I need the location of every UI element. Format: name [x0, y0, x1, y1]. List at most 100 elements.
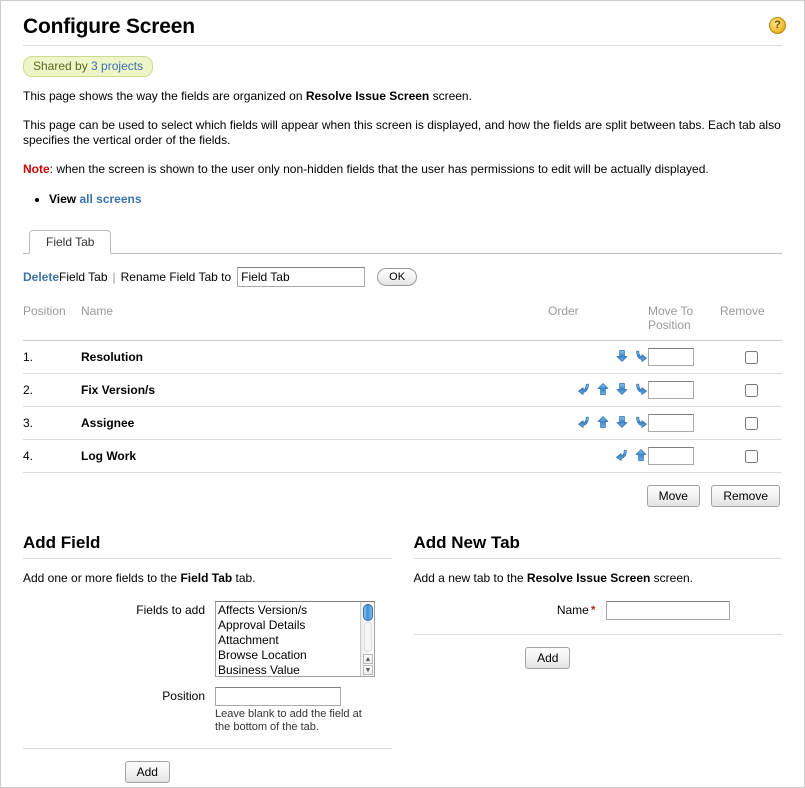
row-order-cell: [548, 340, 648, 374]
add-field-desc-part3: tab.: [232, 571, 256, 585]
move-down-icon[interactable]: [615, 382, 629, 396]
rename-tab-input[interactable]: [237, 267, 366, 287]
remove-button[interactable]: Remove: [711, 485, 780, 507]
delete-tab-link[interactable]: Delete: [23, 270, 59, 284]
row-field-name: Resolution: [81, 340, 548, 374]
rename-ok-button[interactable]: OK: [377, 268, 418, 286]
move-to-bottom-icon[interactable]: [634, 349, 648, 363]
add-field-button-row: Add: [23, 749, 392, 783]
fields-table: Position Name Order Move To Position Rem…: [23, 304, 782, 473]
field-option[interactable]: Business Value: [218, 663, 374, 676]
list-item: View all screens: [49, 191, 782, 207]
row-field-name: Fix Version/s: [81, 373, 548, 407]
field-option[interactable]: Approval Details: [218, 618, 374, 633]
shared-by-badge: Shared by 3 projects: [23, 56, 154, 77]
view-prefix: View: [49, 192, 80, 206]
row-order-cell: [548, 373, 648, 407]
move-to-bottom-icon[interactable]: [634, 415, 648, 429]
row-remove-cell: [720, 406, 782, 440]
move-to-bottom-icon[interactable]: [634, 382, 648, 396]
add-tab-button[interactable]: Add: [525, 647, 571, 669]
tab-name-field: [605, 601, 783, 620]
add-tab-desc-part1: Add a new tab to the: [413, 571, 527, 585]
order-icons: [577, 414, 648, 430]
add-field-section: Add Field Add one or more fields to the …: [23, 533, 392, 783]
move-to-position-input[interactable]: [648, 414, 694, 432]
row-field-name: Log Work: [81, 439, 548, 473]
shared-projects-link[interactable]: 3 projects: [91, 59, 143, 73]
move-to-position-input[interactable]: [648, 348, 694, 366]
position-field: Leave blank to add the field at the bott…: [215, 687, 392, 734]
description-note: Note: when the screen is shown to the us…: [23, 162, 782, 177]
order-icons: [615, 348, 648, 364]
page-header: ? Configure Screen: [23, 15, 786, 46]
row-remove-cell: [720, 439, 782, 473]
row-position: 4.: [23, 439, 81, 473]
add-new-tab-section: Add New Tab Add a new tab to the Resolve…: [413, 533, 783, 783]
move-down-icon[interactable]: [615, 415, 629, 429]
remove-checkbox[interactable]: [744, 417, 758, 431]
tab-name-label-text: Name: [556, 603, 589, 617]
all-screens-link[interactable]: all screens: [79, 192, 141, 206]
note-text: : when the screen is shown to the user o…: [49, 162, 709, 176]
shared-by-label: Shared by: [33, 59, 88, 73]
description-line-1: This page shows the way the fields are o…: [23, 89, 782, 104]
move-to-top-icon[interactable]: [615, 448, 629, 462]
tab-field-tab[interactable]: Field Tab: [29, 230, 112, 254]
add-field-divider: [23, 558, 392, 559]
desc1-part3: screen.: [429, 89, 472, 103]
action-separator: |: [112, 270, 116, 284]
header-remove: Remove: [720, 304, 782, 341]
remove-checkbox[interactable]: [744, 351, 758, 365]
row-order-cell: [548, 439, 648, 473]
move-to-position-input[interactable]: [648, 447, 694, 465]
help-question-icon[interactable]: ?: [769, 17, 786, 34]
scroll-down-arrow-icon[interactable]: ▼: [363, 665, 373, 675]
header-move-to-position: Move To Position: [648, 304, 720, 341]
fields-to-add-listbox[interactable]: Affects Version/s Approval Details Attachm…: [215, 601, 375, 677]
configure-screen-page: ? Configure Screen Shared by 3 projects …: [0, 0, 805, 788]
fields-to-add-field: Affects Version/s Approval Details Attachm…: [215, 601, 392, 677]
move-up-icon[interactable]: [596, 415, 610, 429]
links-list: View all screens: [23, 191, 782, 207]
table-row: 1. Resolution: [23, 340, 782, 374]
row-move-cell: [648, 439, 720, 473]
row-move-cell: [648, 406, 720, 440]
move-down-icon[interactable]: [615, 349, 629, 363]
field-option[interactable]: Affects Version/s: [218, 603, 374, 618]
page-title: Configure Screen: [23, 15, 195, 38]
move-to-top-icon[interactable]: [577, 382, 591, 396]
row-position: 2.: [23, 373, 81, 407]
add-tab-desc-part3: screen.: [650, 571, 694, 585]
move-up-icon[interactable]: [596, 382, 610, 396]
move-to-position-input[interactable]: [648, 381, 694, 399]
header-name: Name: [81, 304, 548, 341]
scroll-up-arrow-icon[interactable]: ▲: [363, 654, 373, 664]
listbox-scrollbar[interactable]: ▲ ▼: [360, 602, 374, 676]
field-option[interactable]: Attachment: [218, 633, 374, 648]
tab-name-input[interactable]: [605, 601, 730, 620]
position-hint: Leave blank to add the field at the bott…: [215, 708, 362, 733]
position-input[interactable]: [215, 687, 341, 706]
desc1-part1: This page shows the way the fields are o…: [23, 89, 306, 103]
tab-name-row: Name *: [414, 601, 783, 620]
fields-option-list: Affects Version/s Approval Details Attachm…: [216, 602, 374, 676]
scrollbar-track[interactable]: [364, 622, 372, 652]
remove-checkbox[interactable]: [744, 384, 758, 398]
remove-checkbox[interactable]: [744, 450, 758, 464]
move-to-top-icon[interactable]: [577, 415, 591, 429]
add-new-tab-heading: Add New Tab: [413, 533, 520, 552]
add-field-button[interactable]: Add: [124, 761, 170, 783]
table-row: 2. Fix Version/s: [23, 373, 782, 407]
move-button[interactable]: Move: [646, 485, 700, 507]
fields-table-body: 1. Resolution 2. Fix Version/s 3. Assignee 4. L…: [23, 340, 782, 473]
order-icons: [615, 447, 648, 463]
add-tab-button-row: Add: [414, 635, 783, 669]
field-option[interactable]: Browse Location: [218, 648, 374, 663]
move-up-icon[interactable]: [634, 448, 648, 462]
add-field-desc-part1: Add one or more fields to the: [23, 571, 181, 585]
fields-to-add-row: Fields to add Affects Version/s Approval …: [23, 601, 392, 677]
rename-tab-label: Rename Field Tab to: [120, 270, 232, 284]
scrollbar-thumb[interactable]: [363, 604, 373, 621]
fields-table-head: Position Name Order Move To Position Rem…: [23, 304, 782, 341]
